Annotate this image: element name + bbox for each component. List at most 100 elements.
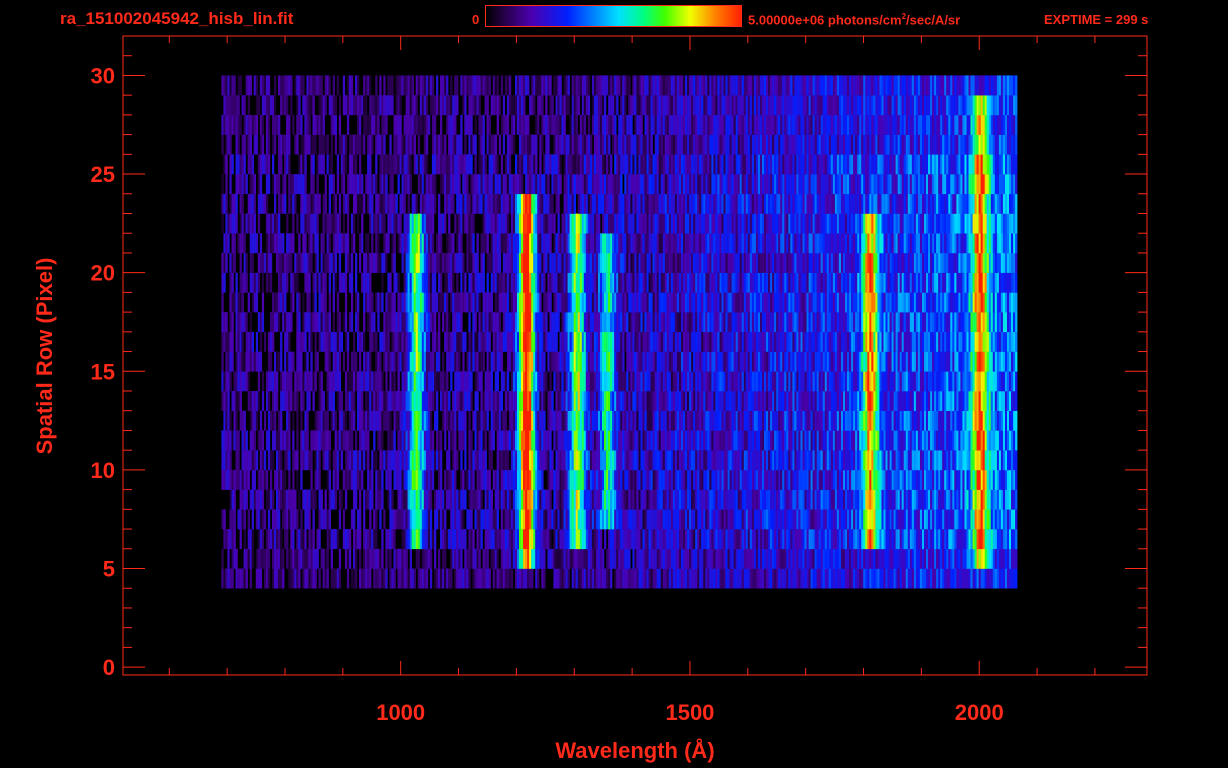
heatmap-cell [456,568,459,589]
heatmap-cell [830,489,834,510]
heatmap-cell [936,509,939,530]
heatmap-cell [567,410,570,431]
heatmap-cell [387,331,390,352]
heatmap-cell [968,529,971,550]
heatmap-cell [245,312,248,333]
heatmap-cell [595,391,599,411]
heatmap-cell [822,548,825,569]
heatmap-cell [917,430,921,451]
heatmap-cell [974,469,977,490]
heatmap-cell [488,391,491,411]
heatmap-cell [438,469,441,490]
heatmap-cell [739,391,742,411]
heatmap-cell [867,351,870,372]
heatmap-cell [683,331,686,352]
heatmap-cell [972,469,975,490]
heatmap-cell [334,489,337,510]
heatmap-cell [365,489,368,510]
heatmap-cell [251,391,254,411]
heatmap-cell [968,391,971,411]
heatmap-cell [245,450,248,471]
heatmap-cell [604,391,607,411]
heatmap-cell [646,489,649,510]
heatmap-cell [796,489,799,510]
heatmap-cell [940,529,943,550]
heatmap-cell [302,489,305,510]
heatmap-cell [292,509,295,530]
heatmap-cell [794,529,797,550]
heatmap-cell [988,450,992,471]
heatmap-cell [618,568,621,589]
heatmap-cell [589,568,593,589]
heatmap-cell [687,331,690,352]
heatmap-cell [551,331,554,352]
heatmap-cell [290,548,293,569]
heatmap-cell [766,331,769,352]
heatmap-cell [284,509,287,530]
heatmap-cell [367,489,370,510]
heatmap-cell [687,568,690,589]
heatmap-cell [379,410,382,431]
heatmap-cell [970,410,973,431]
heatmap-cell [427,351,431,372]
heatmap-cell [786,351,789,372]
heatmap-cell [826,391,830,411]
heatmap-cell [510,529,514,550]
heatmap-cell [602,391,605,411]
heatmap-cell [802,509,805,530]
heatmap-cell [401,312,404,333]
heatmap-cell [1015,489,1018,510]
heatmap-cell [774,331,777,352]
heatmap-cell [982,450,985,471]
heatmap-cell [962,331,965,352]
heatmap-cell [452,312,455,333]
heatmap-cell [810,391,813,411]
heatmap-cell [707,430,710,451]
heatmap-cell [782,529,785,550]
heatmap-cell [760,568,763,589]
heatmap-cell [282,509,285,530]
heatmap-cell [225,568,228,589]
heatmap-cell [395,391,398,411]
heatmap-cell [1007,450,1010,471]
heatmap-cell [735,331,738,352]
heatmap-cell [571,351,574,372]
heatmap-cell [685,548,688,569]
heatmap-cell [537,312,540,333]
heatmap-cell [512,391,516,411]
heatmap-cell [363,568,366,589]
heatmap-cell [591,469,595,490]
heatmap-cell [895,469,898,490]
heatmap-cell [739,351,742,372]
heatmap-cell [749,430,753,451]
heatmap-cell [871,469,874,490]
heatmap-cell [741,351,744,372]
heatmap-cell [891,568,894,589]
heatmap-cell [460,331,463,352]
heatmap-cell [525,410,528,431]
heatmap-cell [820,430,823,451]
heatmap-cell [628,312,631,333]
heatmap-cell [936,489,939,510]
heatmap-cell [650,548,653,569]
heatmap-cell [905,410,909,431]
heatmap-cell [757,410,761,431]
heatmap-cell [913,391,917,411]
heatmap-cell [820,469,823,490]
heatmap-cell [600,548,603,569]
heatmap-cell [288,469,291,490]
heatmap-cell [1005,489,1008,510]
heatmap-cell [960,568,963,589]
heatmap-cell [616,351,619,372]
heatmap-cell [436,430,439,451]
heatmap-cell [464,371,467,392]
heatmap-cell [308,568,311,589]
heatmap-cell [484,410,487,431]
heatmap-cell [541,430,544,451]
heatmap-cell [782,410,785,431]
heatmap-cell [355,351,358,372]
heatmap-cell [561,489,564,510]
heatmap-cell [828,430,832,451]
heatmap-cell [460,371,463,392]
heatmap-cell [247,331,250,352]
